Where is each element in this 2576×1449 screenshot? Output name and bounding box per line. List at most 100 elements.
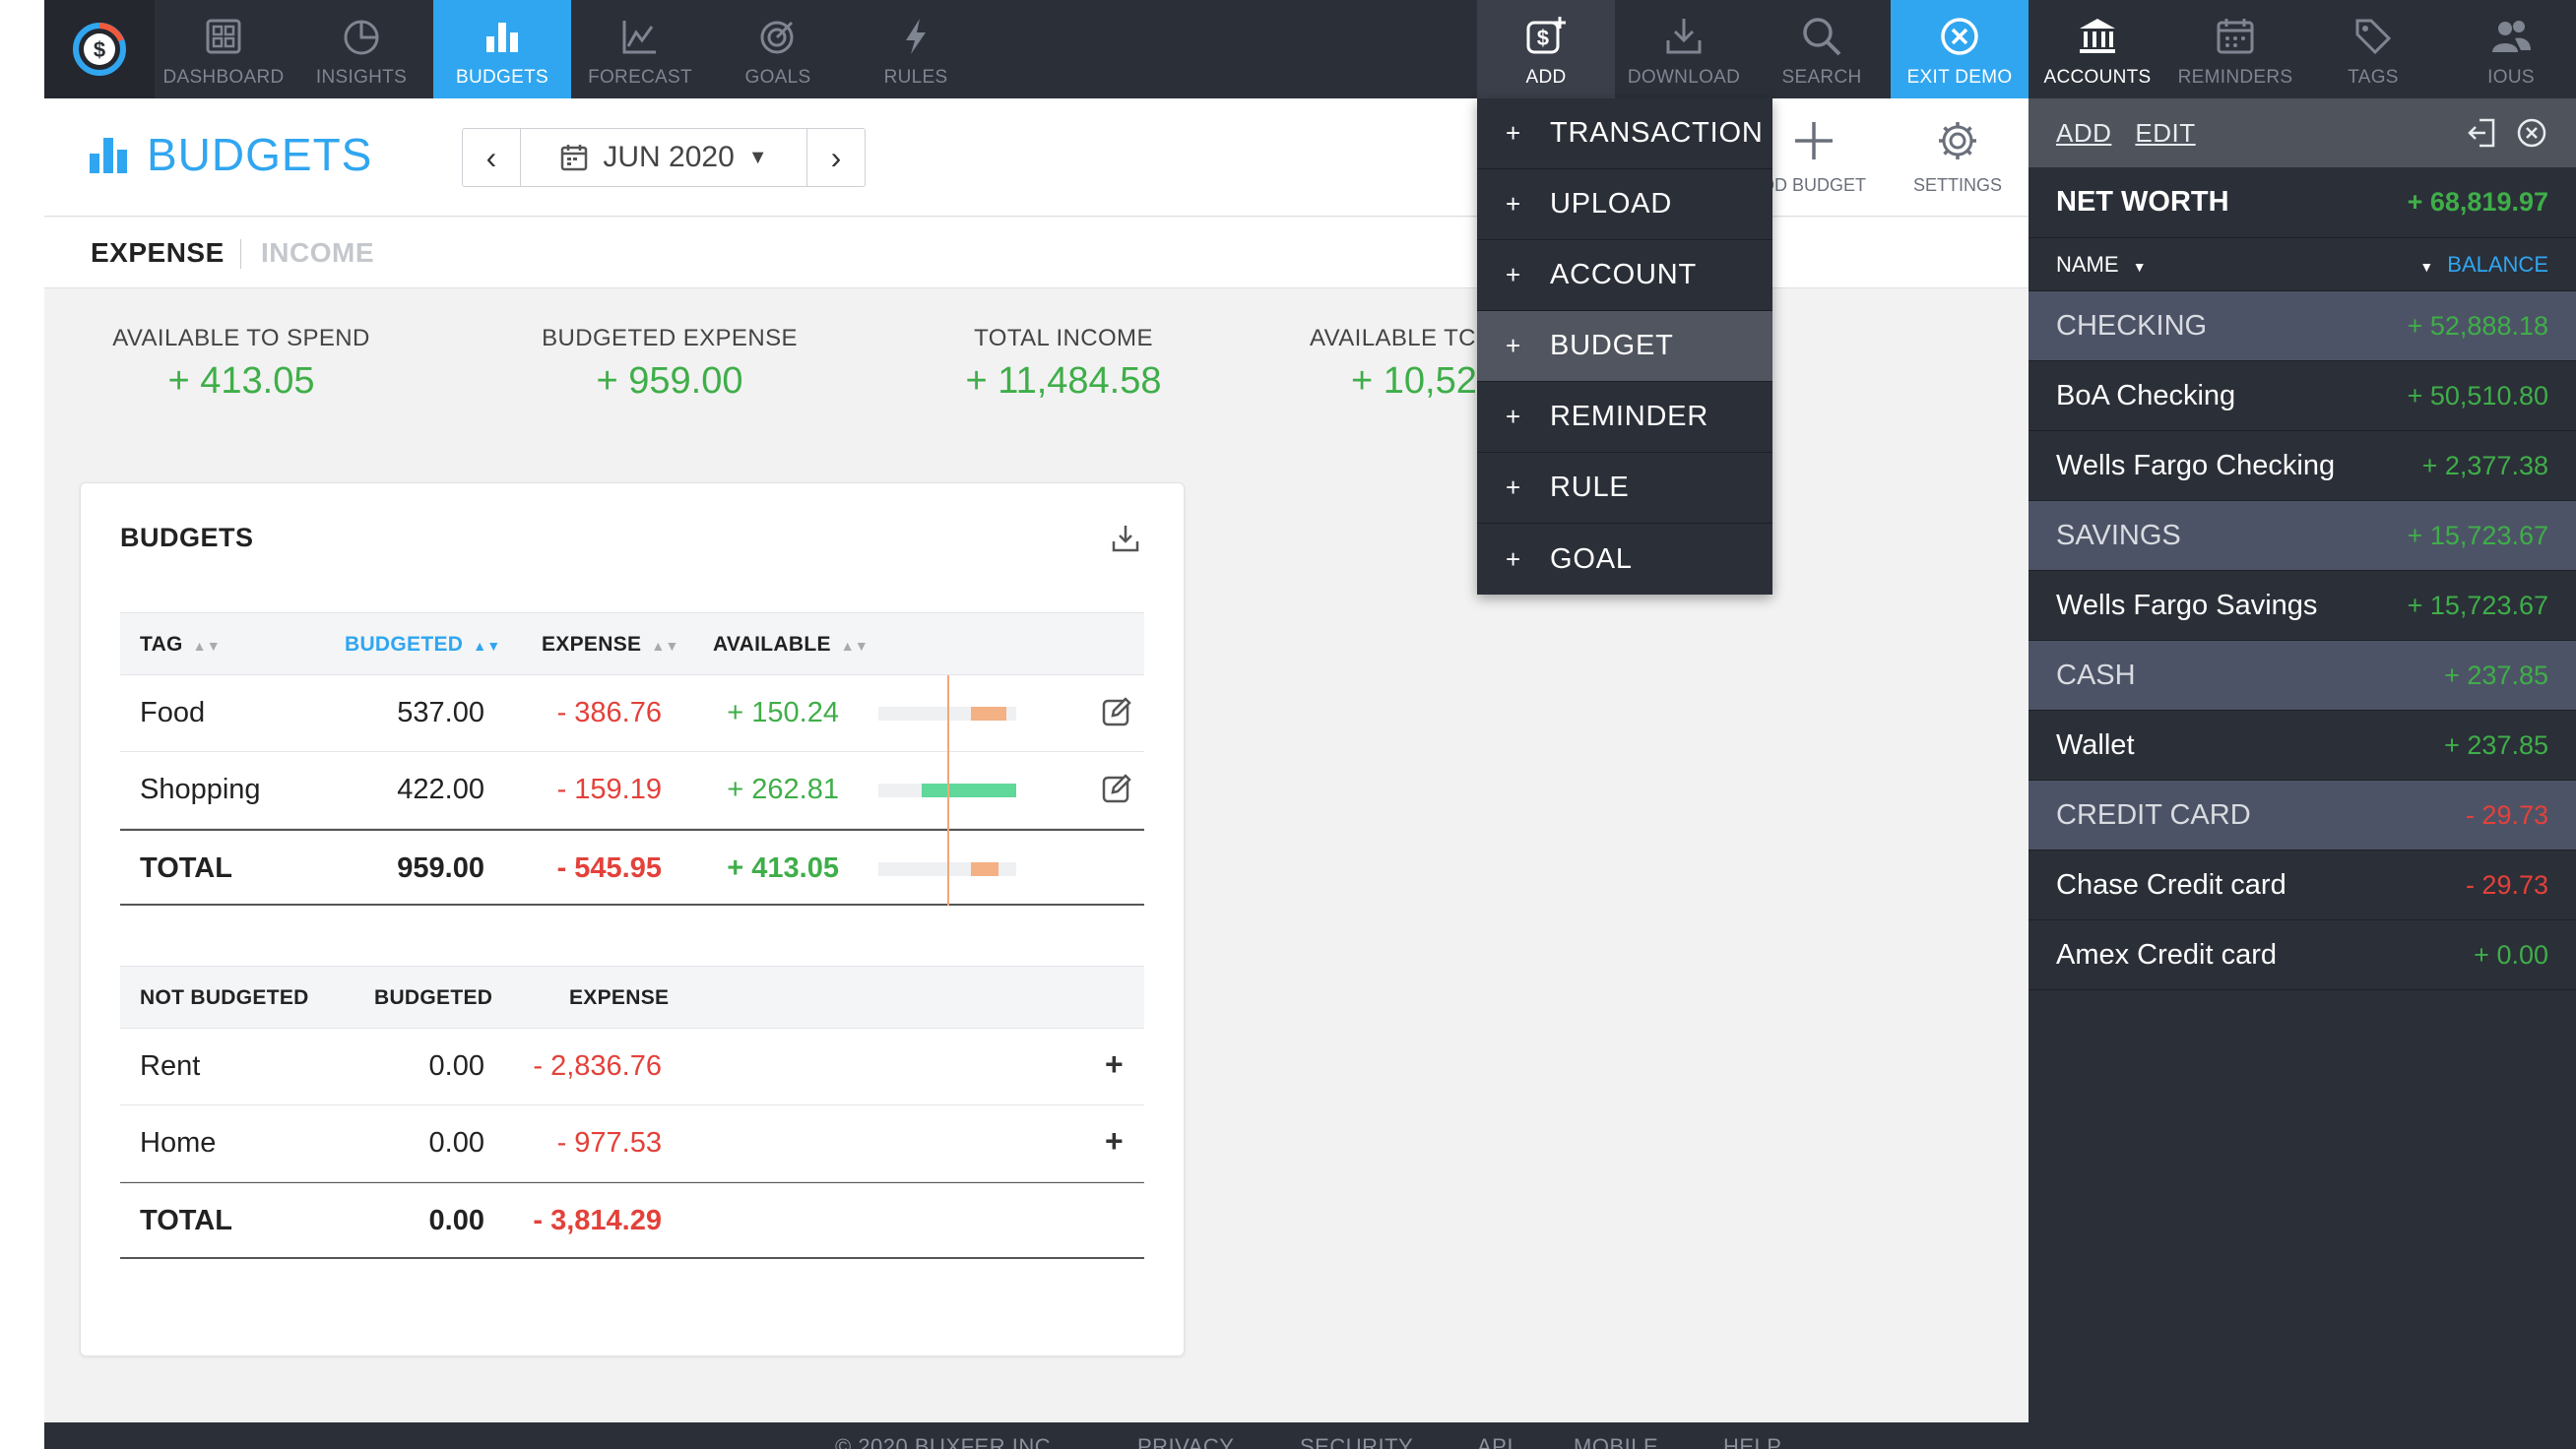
month-select[interactable]: JUN 2020 ▼: [520, 129, 807, 186]
menu-item-upload[interactable]: + UPLOAD: [1477, 169, 1772, 240]
add-budget-button[interactable]: DD BUDGET: [1762, 118, 1866, 196]
nav-forecast[interactable]: FORECAST: [571, 0, 709, 98]
account-wallet[interactable]: Wallet + 237.85: [2029, 711, 2576, 781]
tab-income[interactable]: INCOME: [261, 237, 374, 269]
nav-tags[interactable]: TAGS: [2304, 0, 2442, 98]
left-margin: [0, 0, 44, 1449]
nav-reminders[interactable]: REMINDERS: [2166, 0, 2304, 98]
col-budgeted[interactable]: BUDGETED ▲▼: [345, 633, 501, 657]
nav-dashboard[interactable]: DASHBOARD: [155, 0, 292, 98]
budgets-table-header: TAG ▲▼ BUDGETED ▲▼ EXPENSE ▲▼ AVAILABLE ▲▼: [120, 612, 1144, 675]
plus-icon: +: [1506, 331, 1521, 360]
account-boa-checking[interactable]: BoA Checking + 50,510.80: [2029, 361, 2576, 431]
summary-label: TOTAL INCOME: [974, 325, 1153, 351]
col-available[interactable]: AVAILABLE ▲▼: [713, 633, 869, 657]
account-group-cash[interactable]: CASH + 237.85: [2029, 641, 2576, 711]
nav-rules[interactable]: RULES: [847, 0, 985, 98]
nav-goals[interactable]: GOALS: [709, 0, 847, 98]
close-circle-icon[interactable]: [2515, 116, 2548, 150]
sort-by-balance[interactable]: ▼ BALANCE: [2419, 252, 2548, 278]
pie-chart-icon: [344, 20, 379, 55]
footer-link-api[interactable]: API: [1477, 1434, 1513, 1449]
add-budget-label: DD BUDGET: [1762, 175, 1867, 195]
edit-icon[interactable]: [1100, 695, 1133, 728]
nav-accounts[interactable]: ACCOUNTS: [2029, 0, 2166, 98]
edit-icon[interactable]: [1100, 772, 1133, 805]
footer-link-mobile[interactable]: MOBILE: [1574, 1434, 1658, 1449]
nav-search[interactable]: SEARCH: [1753, 0, 1891, 98]
account-amex-credit-card[interactable]: Amex Credit card + 0.00: [2029, 920, 2576, 990]
menu-item-transaction[interactable]: + TRANSACTION: [1477, 98, 1772, 169]
bar-chart-icon: [486, 23, 518, 52]
summary-total-income: TOTAL INCOME + 11,484.58: [950, 325, 1177, 403]
calendar-icon: [561, 145, 588, 171]
menu-item-goal[interactable]: + GOAL: [1477, 524, 1772, 595]
nav-budgets-label: BUDGETS: [456, 67, 548, 88]
menu-item-reminder[interactable]: + REMINDER: [1477, 382, 1772, 453]
table-total-row: TOTAL 0.00 - 3,814.29: [120, 1182, 1144, 1259]
lightning-icon: [906, 19, 926, 54]
nav-ious[interactable]: IOUS: [2442, 0, 2576, 98]
settings-button[interactable]: SETTINGS: [1913, 118, 2002, 196]
row-tag: Rent: [140, 1050, 201, 1082]
plus-icon: +: [1506, 543, 1521, 574]
nav-budgets[interactable]: BUDGETS: [433, 0, 571, 98]
row-budgeted: 422.00: [397, 774, 484, 805]
col-not-budgeted: NOT BUDGETED: [140, 986, 309, 1009]
footer-link-help[interactable]: HELP: [1723, 1434, 1781, 1449]
col-tag[interactable]: TAG ▲▼: [140, 633, 221, 657]
net-worth-row: NET WORTH + 68,819.97: [2029, 167, 2576, 238]
col-expense[interactable]: EXPENSE ▲▼: [542, 633, 679, 657]
svg-text:$: $: [94, 37, 105, 62]
add-budget-row-button[interactable]: +: [1105, 1123, 1124, 1160]
tab-expense[interactable]: EXPENSE: [91, 237, 225, 269]
account-wells-fargo-checking[interactable]: Wells Fargo Checking + 2,377.38: [2029, 431, 2576, 501]
collapse-panel-icon[interactable]: [2466, 116, 2499, 150]
nav-insights[interactable]: INSIGHTS: [292, 0, 430, 98]
total-tag: TOTAL: [140, 1205, 232, 1236]
account-group-savings[interactable]: SAVINGS + 15,723.67: [2029, 501, 2576, 571]
budgets-table: TAG ▲▼ BUDGETED ▲▼ EXPENSE ▲▼ AVAILABLE ▲▼ F…: [120, 612, 1144, 906]
row-budgeted: 537.00: [397, 697, 484, 728]
page-title-text: BUDGETS: [147, 129, 373, 180]
account-group-credit-card[interactable]: CREDIT CARD - 29.73: [2029, 781, 2576, 850]
footer: © 2020 BUXFER INC PRIVACY SECURITY API M…: [44, 1422, 2029, 1449]
table-row[interactable]: Food 537.00 - 386.76 + 150.24: [120, 675, 1144, 752]
caret-down-icon: ▼: [2419, 258, 2434, 275]
footer-link-privacy[interactable]: PRIVACY: [1137, 1434, 1234, 1449]
footer-link-security[interactable]: SECURITY: [1300, 1434, 1413, 1449]
account-group-checking[interactable]: CHECKING + 52,888.18: [2029, 291, 2576, 361]
download-icon[interactable]: [1110, 523, 1141, 554]
summary-value: + 11,484.58: [965, 360, 1162, 402]
add-budget-row-button[interactable]: +: [1105, 1046, 1124, 1083]
edit-accounts-link[interactable]: EDIT: [2135, 118, 2195, 149]
total-budgeted: 0.00: [428, 1205, 484, 1236]
nav-add[interactable]: $ ADD: [1477, 0, 1615, 98]
menu-item-rule[interactable]: + RULE: [1477, 453, 1772, 524]
table-row[interactable]: Shopping 422.00 - 159.19 + 262.81: [120, 752, 1144, 829]
total-budgeted: 959.00: [397, 852, 484, 884]
nav-download[interactable]: DOWNLOAD: [1615, 0, 1753, 98]
nav-rules-label: RULES: [883, 67, 948, 88]
plus-icon: [1795, 122, 1833, 159]
nav-reminders-label: REMINDERS: [2177, 67, 2293, 88]
app-logo[interactable]: $: [44, 0, 155, 98]
menu-item-budget[interactable]: + BUDGET: [1477, 311, 1772, 382]
table-row[interactable]: Rent 0.00 - 2,836.76 +: [120, 1029, 1144, 1105]
sort-by-name[interactable]: NAME ▼: [2056, 252, 2147, 278]
total-expense: - 3,814.29: [533, 1205, 662, 1236]
add-account-link[interactable]: ADD: [2056, 118, 2111, 149]
account-chase-credit-card[interactable]: Chase Credit card - 29.73: [2029, 850, 2576, 920]
row-budgeted: 0.00: [428, 1050, 484, 1082]
nav-add-label: ADD: [1525, 67, 1567, 88]
next-month-button[interactable]: ›: [807, 129, 865, 186]
plus-icon: +: [1506, 402, 1521, 431]
bar-chart-icon: [90, 138, 127, 173]
accounts-panel: ADD EDIT NET WORTH + 68,819.97 NAME ▼ ▼ B…: [2029, 98, 2576, 1449]
account-wells-fargo-savings[interactable]: Wells Fargo Savings + 15,723.67: [2029, 571, 2576, 641]
nav-exit-demo[interactable]: EXIT DEMO: [1891, 0, 2029, 98]
menu-item-account[interactable]: + ACCOUNT: [1477, 240, 1772, 311]
summary-label: AVAILABLE TO SPEND: [112, 325, 370, 351]
table-row[interactable]: Home 0.00 - 977.53 +: [120, 1105, 1144, 1182]
prev-month-button[interactable]: ‹: [463, 129, 520, 186]
